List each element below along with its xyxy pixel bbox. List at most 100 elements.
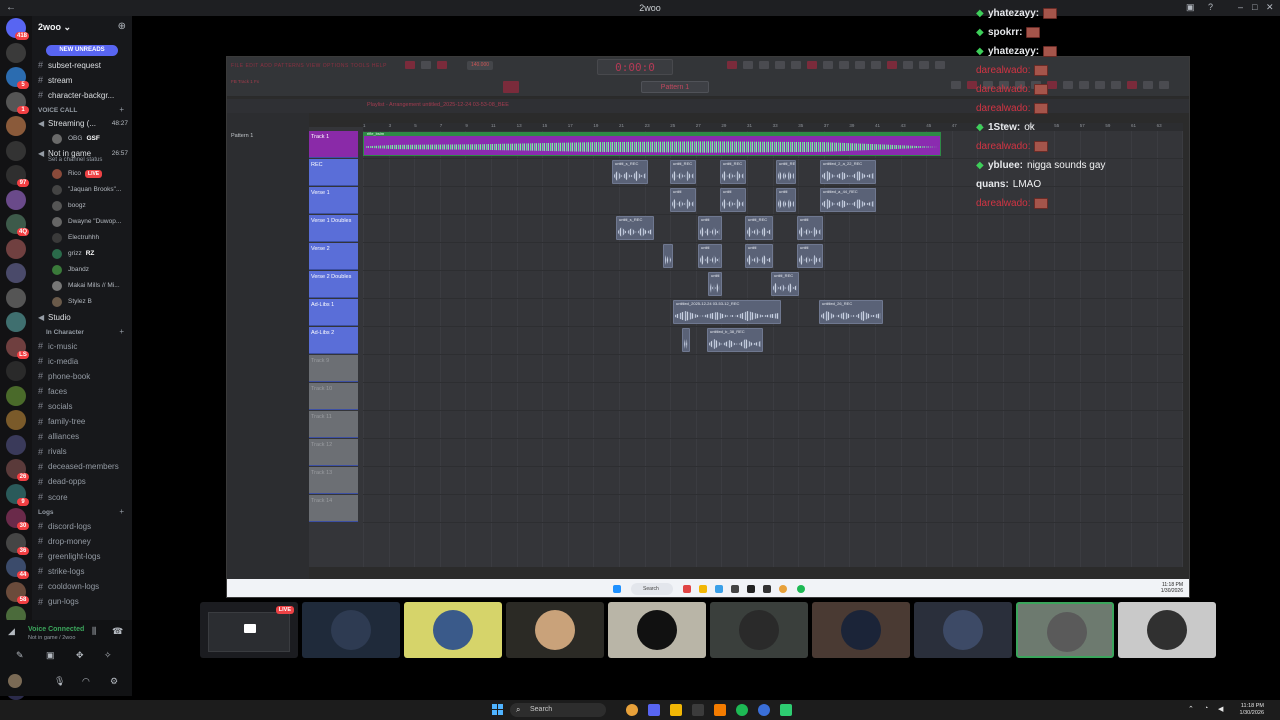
volume-icon[interactable]: ◀: [1218, 705, 1223, 713]
track-lane[interactable]: [363, 411, 1183, 439]
server-icon[interactable]: [6, 434, 26, 455]
track-lane[interactable]: [363, 355, 1183, 383]
headphones-icon[interactable]: ◠: [82, 676, 90, 687]
server-icon[interactable]: 5: [6, 67, 29, 89]
participant-tile[interactable]: LIVE: [200, 602, 298, 658]
daw-tool-button[interactable]: [903, 61, 913, 69]
tray-chevron-icon[interactable]: ⌃: [1188, 705, 1194, 713]
create-channel-icon[interactable]: +: [119, 327, 124, 336]
channel-greenlight-logs[interactable]: # greenlight-logs: [38, 549, 100, 563]
channel-drop-money[interactable]: # drop-money: [38, 534, 91, 548]
audio-clip[interactable]: untitl: [776, 188, 796, 212]
daw-tool-button[interactable]: [807, 61, 817, 69]
channel-alliances[interactable]: # alliances: [38, 430, 79, 444]
channel-cooldown-logs[interactable]: # cooldown-logs: [38, 580, 99, 594]
server-icon[interactable]: [6, 238, 26, 259]
spotify-icon[interactable]: [736, 704, 748, 716]
noise-suppression-icon[interactable]: ⫼: [92, 626, 96, 637]
track-header[interactable]: Track 14: [309, 495, 358, 522]
voice-member[interactable]: Stylez B: [52, 295, 92, 308]
voice-member[interactable]: boogz: [52, 199, 86, 212]
participant-tile[interactable]: [302, 602, 400, 658]
daw-tool-button[interactable]: [839, 61, 849, 69]
track-header[interactable]: Track 11: [309, 411, 358, 438]
server-icon[interactable]: [6, 287, 26, 308]
server-icon[interactable]: 30: [6, 508, 29, 530]
new-unreads-pill[interactable]: NEW UNREADS: [46, 45, 118, 56]
track-header[interactable]: Track 13: [309, 467, 358, 494]
channel-rivals[interactable]: # rivals: [38, 445, 67, 459]
track-header[interactable]: Verse 1: [309, 187, 358, 214]
voice-status[interactable]: Voice Connected: [28, 626, 84, 633]
audio-clip[interactable]: untitled_a_44_REC: [820, 188, 876, 212]
audio-clip[interactable]: untitl_REC: [771, 272, 799, 296]
track-header[interactable]: Track 12: [309, 439, 358, 466]
participant-tile[interactable]: [710, 602, 808, 658]
chrome-icon[interactable]: [626, 704, 638, 716]
voice-member[interactable]: Jbandz: [52, 263, 89, 276]
daw-pattern-selector[interactable]: Pattern 1: [641, 81, 709, 93]
server-icon[interactable]: 9: [6, 483, 29, 506]
track-header[interactable]: Ad-Libs 2: [309, 327, 358, 354]
category-logs[interactable]: Logs: [38, 509, 54, 516]
channel-phone-book[interactable]: # phone-book: [38, 369, 90, 383]
channel-deceased-members[interactable]: # deceased-members: [38, 460, 119, 474]
back-arrow-icon[interactable]: ←: [6, 2, 16, 13]
voice-channel-streaming[interactable]: ◀ Streaming (... 48:27: [38, 117, 128, 129]
audio-clip[interactable]: untitled_26_REC: [819, 300, 883, 324]
audio-clip[interactable]: untitl_s_REC: [616, 216, 654, 240]
channel-discord-logs[interactable]: # discord-logs: [38, 519, 91, 533]
taskbar-search[interactable]: ⌕ Search: [510, 703, 606, 717]
channel-strike-logs[interactable]: # strike-logs: [38, 564, 84, 578]
audio-clip[interactable]: untitl: [698, 216, 722, 240]
minimize-icon[interactable]: –: [1238, 2, 1243, 12]
maximize-icon[interactable]: □: [1252, 2, 1257, 12]
track-lane[interactable]: [363, 215, 1183, 243]
track-header[interactable]: Track 9: [309, 355, 358, 382]
track-lane[interactable]: [363, 495, 1183, 523]
participant-tile[interactable]: [404, 602, 502, 658]
server-icon[interactable]: [6, 410, 26, 430]
audio-clip[interactable]: untitl: [720, 188, 746, 212]
channel-faces[interactable]: # faces: [38, 384, 67, 398]
browser-icon[interactable]: [758, 704, 770, 716]
daw-tool-button[interactable]: [743, 61, 753, 69]
network-icon[interactable]: ◔: [1204, 705, 1208, 712]
daw-tool-button[interactable]: [775, 61, 785, 69]
audio-clip[interactable]: untitl: [797, 216, 823, 240]
beat-audio-clip[interactable]: rifle_bsim: [363, 131, 941, 156]
daw-tool-button[interactable]: [759, 61, 769, 69]
track-lane[interactable]: [363, 327, 1183, 355]
daw-tool-button[interactable]: [919, 61, 929, 69]
invite-people-icon[interactable]: ⊕: [118, 21, 126, 32]
audio-clip[interactable]: untitl_REC: [670, 160, 696, 184]
channel-gun-logs[interactable]: # gun-logs: [38, 595, 79, 609]
voice-member[interactable]: Dwayne "Duwop...: [52, 215, 121, 228]
disconnect-icon[interactable]: ☎: [112, 626, 123, 637]
channel-character-backgr---[interactable]: # character-backgr...: [38, 88, 114, 102]
channel-ic-media[interactable]: # ic-media: [38, 354, 78, 368]
participant-tile[interactable]: [812, 602, 910, 658]
camera-off-icon[interactable]: ✎: [16, 650, 24, 661]
create-channel-icon[interactable]: +: [119, 105, 124, 114]
voice-member[interactable]: OBG GSF: [52, 132, 100, 145]
channel-status-hint[interactable]: Set a channel status: [48, 157, 102, 163]
server-icon[interactable]: [6, 385, 26, 406]
daw-tool-button[interactable]: [855, 61, 865, 69]
track-header[interactable]: REC: [309, 159, 358, 186]
file-explorer-icon[interactable]: [670, 704, 682, 716]
server-icon[interactable]: 26: [6, 459, 29, 481]
activities-icon[interactable]: ✥: [76, 650, 84, 661]
daw-pattern-song-toggle[interactable]: [503, 81, 519, 93]
channel-ic-music[interactable]: # ic-music: [38, 339, 77, 353]
participant-tile[interactable]: [1016, 602, 1114, 658]
server-icon[interactable]: [6, 189, 26, 210]
audio-clip[interactable]: [682, 328, 690, 352]
close-icon[interactable]: ✕: [1266, 2, 1274, 13]
voice-member[interactable]: Rico LIVE: [52, 167, 103, 180]
voice-member[interactable]: grizz RZ: [52, 247, 94, 260]
screen-share-icon[interactable]: ▣: [46, 650, 55, 661]
track-header[interactable]: Track 1: [309, 131, 358, 158]
participant-tile[interactable]: [506, 602, 604, 658]
channel-stream[interactable]: # stream: [38, 73, 72, 87]
